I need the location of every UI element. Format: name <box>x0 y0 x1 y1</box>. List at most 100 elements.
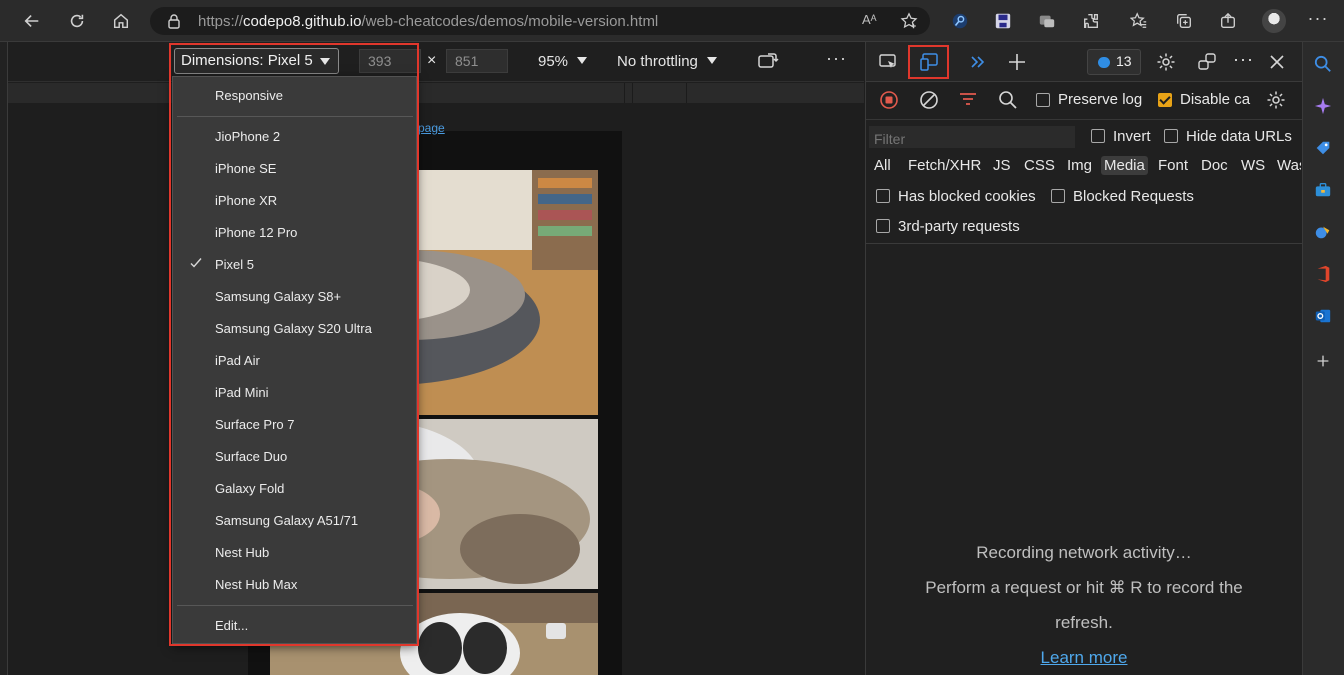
third-party-requests-checkbox[interactable] <box>876 219 890 233</box>
extensions-icon[interactable] <box>1081 11 1101 31</box>
learn-more-link[interactable]: Learn more <box>866 648 1302 668</box>
hide-data-urls-label: Hide data URLs <box>1186 128 1292 145</box>
blocked-requests-checkbox[interactable] <box>1051 189 1065 203</box>
clear-log-button[interactable] <box>917 88 941 112</box>
left-panel-edge <box>0 42 8 675</box>
more-tabs-button[interactable] <box>966 50 990 74</box>
type-filter-media[interactable]: Media <box>1101 156 1148 175</box>
type-filter-doc[interactable]: Doc <box>1201 157 1228 174</box>
refresh-icon <box>70 14 84 28</box>
back-button[interactable] <box>18 7 46 35</box>
sidebar-games-icon[interactable] <box>1313 222 1333 242</box>
disable-cache-label: Disable ca <box>1180 91 1251 108</box>
type-filter-ws[interactable]: WS <box>1241 157 1265 174</box>
search-button[interactable] <box>996 88 1020 112</box>
url-text: https://codepo8.github.io/web-cheatcodes… <box>198 13 659 30</box>
sidebar-outlook-icon[interactable] <box>1313 306 1333 326</box>
refresh-button[interactable] <box>63 7 91 35</box>
browser-toolbar: https://codepo8.github.io/web-cheatcodes… <box>0 0 1344 42</box>
dimensions-dropdown[interactable]: Dimensions: Pixel 5 <box>174 48 339 74</box>
type-filter-js[interactable]: JS <box>993 157 1011 174</box>
devtools-settings-button[interactable] <box>1154 50 1178 74</box>
menu-item-device[interactable]: Samsung Galaxy A51/71 <box>173 506 416 536</box>
inspect-icon <box>879 54 896 68</box>
collections-icon[interactable] <box>1174 11 1194 31</box>
connect-device-button[interactable] <box>1195 50 1219 74</box>
menu-item-device[interactable]: Samsung Galaxy S8+ <box>173 282 416 312</box>
inspect-element-button[interactable] <box>876 50 900 74</box>
type-filter-fetch-xhr[interactable]: Fetch/XHR <box>908 157 981 174</box>
address-bar[interactable]: https://codepo8.github.io/web-cheatcodes… <box>150 7 930 35</box>
throttling-dropdown[interactable]: No throttling <box>617 53 717 70</box>
hide-data-urls-checkbox[interactable] <box>1164 129 1178 143</box>
viewport-width-input[interactable]: 393 <box>359 49 421 73</box>
search-icon <box>999 91 1017 109</box>
filter-toggle-button[interactable] <box>956 88 980 112</box>
share-icon[interactable] <box>1218 11 1238 31</box>
empty-state-line-1: Perform a request or hit ⌘ R to record t… <box>925 578 1243 597</box>
menu-item-responsive[interactable]: Responsive <box>173 81 416 111</box>
menu-item-device[interactable]: iPhone 12 Pro <box>173 218 416 248</box>
home-icon <box>113 13 129 29</box>
third-party-requests-label: 3rd-party requests <box>898 218 1020 235</box>
sidebar-copilot-icon[interactable] <box>1313 96 1333 116</box>
double-chevron-icon <box>971 56 985 68</box>
stop-recording-button[interactable] <box>877 88 901 112</box>
message-icon <box>1098 57 1110 68</box>
issues-counter[interactable]: 13 <box>1087 49 1141 75</box>
menu-item-edit[interactable]: Edit... <box>173 611 416 641</box>
tracking-extension-icon[interactable] <box>1037 11 1057 31</box>
favorites-icon[interactable] <box>1129 11 1149 31</box>
zoom-label: 95% <box>538 53 569 70</box>
type-filter-img[interactable]: Img <box>1067 157 1092 174</box>
devtools-more-button[interactable]: ··· <box>1233 49 1254 70</box>
settings-and-more-button[interactable]: ··· <box>1304 8 1332 34</box>
menu-item-device[interactable]: Surface Duo <box>173 442 416 472</box>
preserve-log-checkbox[interactable] <box>1036 93 1050 107</box>
sidebar-tools-icon[interactable] <box>1313 180 1333 200</box>
network-settings-button[interactable] <box>1264 88 1288 112</box>
sidebar-office-icon[interactable] <box>1313 264 1333 284</box>
zoom-dropdown[interactable]: 95% <box>538 53 588 70</box>
menu-item-device[interactable]: Nest Hub <box>173 538 416 568</box>
sidebar-add-icon[interactable] <box>1313 351 1333 371</box>
rotate-icon[interactable] <box>756 50 780 72</box>
save-extension-icon[interactable] <box>993 11 1013 31</box>
emulation-more-button[interactable]: ··· <box>826 48 847 69</box>
type-filter-all[interactable]: All <box>874 157 891 174</box>
issues-count: 13 <box>1116 53 1132 69</box>
password-extension-icon[interactable] <box>950 11 970 31</box>
menu-item-device[interactable]: iPhone SE <box>173 154 416 184</box>
invert-checkbox[interactable] <box>1091 129 1105 143</box>
disable-cache-checkbox[interactable] <box>1158 93 1172 107</box>
viewport-height-input[interactable]: 851 <box>446 49 508 73</box>
home-button[interactable] <box>107 7 135 35</box>
menu-item-device[interactable]: iPhone XR <box>173 186 416 216</box>
menu-item-label: Pixel 5 <box>215 257 255 272</box>
type-filter-font[interactable]: Font <box>1158 157 1188 174</box>
add-tab-button[interactable] <box>1005 50 1029 74</box>
type-filter-css[interactable]: CSS <box>1024 157 1055 174</box>
menu-item-device[interactable]: Galaxy Fold <box>173 474 416 504</box>
sidebar-shopping-icon[interactable] <box>1313 138 1333 158</box>
menu-item-device[interactable]: iPad Air <box>173 346 416 376</box>
menu-item-device-selected[interactable]: Pixel 5 <box>173 250 416 280</box>
type-filter-wasm[interactable]: Was <box>1277 157 1301 174</box>
read-aloud-button[interactable]: Aᴬ <box>862 12 877 27</box>
menu-item-device[interactable]: Surface Pro 7 <box>173 410 416 440</box>
close-devtools-button[interactable] <box>1265 50 1289 74</box>
menu-separator <box>177 605 413 606</box>
profile-avatar[interactable] <box>1262 9 1286 33</box>
add-favorite-icon[interactable] <box>900 12 918 30</box>
caret-down-icon <box>706 57 717 64</box>
gear-icon <box>1267 91 1285 109</box>
page-link[interactable]: page <box>418 121 445 135</box>
menu-item-device[interactable]: JioPhone 2 <box>173 122 416 152</box>
menu-item-device[interactable]: Nest Hub Max <box>173 570 416 600</box>
menu-item-device[interactable]: iPad Mini <box>173 378 416 408</box>
has-blocked-cookies-checkbox[interactable] <box>876 189 890 203</box>
sidebar-search-icon[interactable] <box>1313 54 1333 74</box>
menu-item-device[interactable]: Samsung Galaxy S20 Ultra <box>173 314 416 344</box>
plus-icon <box>1009 54 1025 70</box>
filter-input[interactable] <box>869 126 1075 148</box>
